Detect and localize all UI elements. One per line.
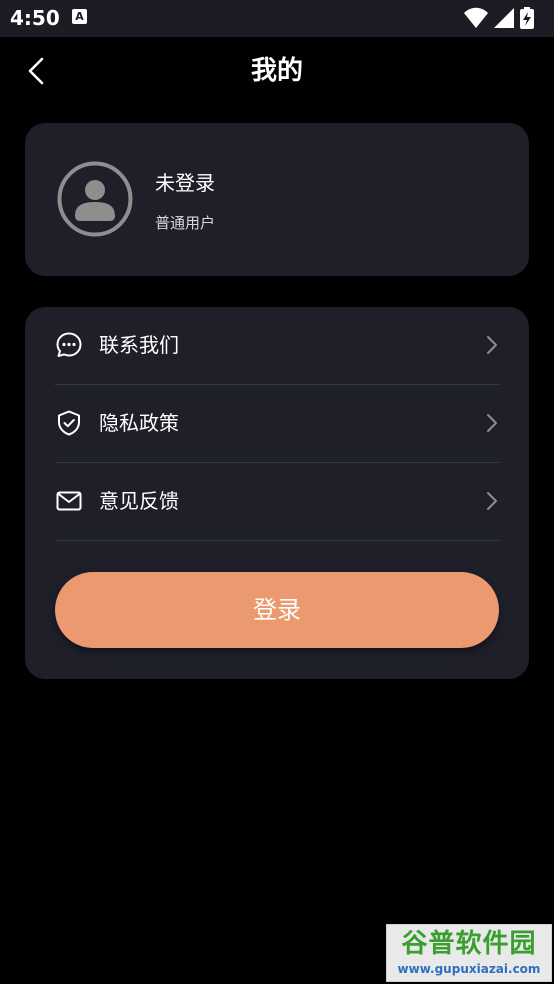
menu-item-feedback[interactable]: 意见反馈 <box>55 463 499 540</box>
status-time: 4:50 <box>10 6 60 30</box>
profile-card[interactable]: 未登录 普通用户 <box>25 123 529 276</box>
app-header: 我的 <box>0 37 554 105</box>
menu-item-label: 联系我们 <box>99 333 179 357</box>
status-bar: 4:50 A <box>0 0 554 37</box>
menu-card: 联系我们 隐私政策 意见反馈 登录 <box>25 307 529 679</box>
avatar[interactable] <box>57 161 133 237</box>
shield-check-icon <box>58 410 80 436</box>
chat-bubble-icon <box>56 332 82 357</box>
wifi-icon <box>464 7 488 28</box>
menu-item-label: 隐私政策 <box>99 411 179 435</box>
watermark-url: www.gupuxiazai.com <box>397 962 541 976</box>
watermark-title: 谷普软件园 <box>401 929 537 959</box>
watermark: 谷普软件园 www.gupuxiazai.com <box>386 924 552 982</box>
chevron-right-icon <box>487 336 497 354</box>
a-badge-icon: A <box>72 9 87 24</box>
mail-icon <box>56 491 82 511</box>
user-avatar-icon <box>57 161 133 237</box>
signal-icon <box>494 8 514 28</box>
menu-item-privacy-policy[interactable]: 隐私政策 <box>55 385 499 462</box>
battery-icon <box>520 7 534 29</box>
profile-name: 未登录 <box>155 171 215 195</box>
a-badge-letter: A <box>75 10 84 23</box>
profile-role: 普通用户 <box>155 214 216 232</box>
login-button[interactable]: 登录 <box>55 572 499 648</box>
chevron-right-icon <box>487 414 497 432</box>
menu-divider <box>55 540 499 541</box>
chevron-right-icon <box>487 492 497 510</box>
menu-item-contact-us[interactable]: 联系我们 <box>55 307 499 384</box>
status-icons <box>464 7 544 29</box>
page-title: 我的 <box>250 56 303 86</box>
menu-item-label: 意见反馈 <box>99 489 179 513</box>
